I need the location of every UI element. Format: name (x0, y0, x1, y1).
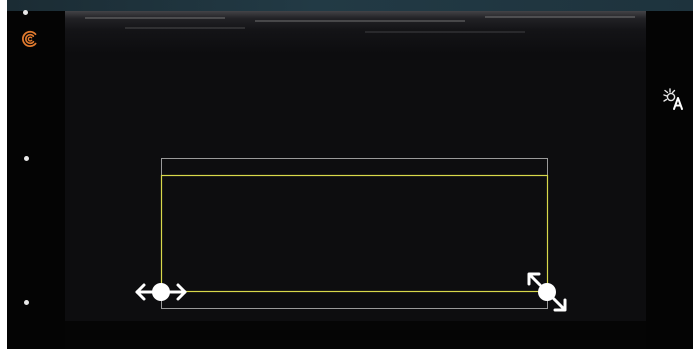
roi-outer-box (161, 158, 548, 309)
move-horizontal-arrows-icon[interactable] (135, 283, 187, 301)
auto-brightness-icon[interactable] (661, 87, 687, 113)
roi-color-box[interactable] (160, 174, 549, 293)
roi-overlay (135, 158, 567, 312)
swirl-logo-icon (22, 30, 37, 48)
ultrasound-viewer (7, 0, 693, 349)
